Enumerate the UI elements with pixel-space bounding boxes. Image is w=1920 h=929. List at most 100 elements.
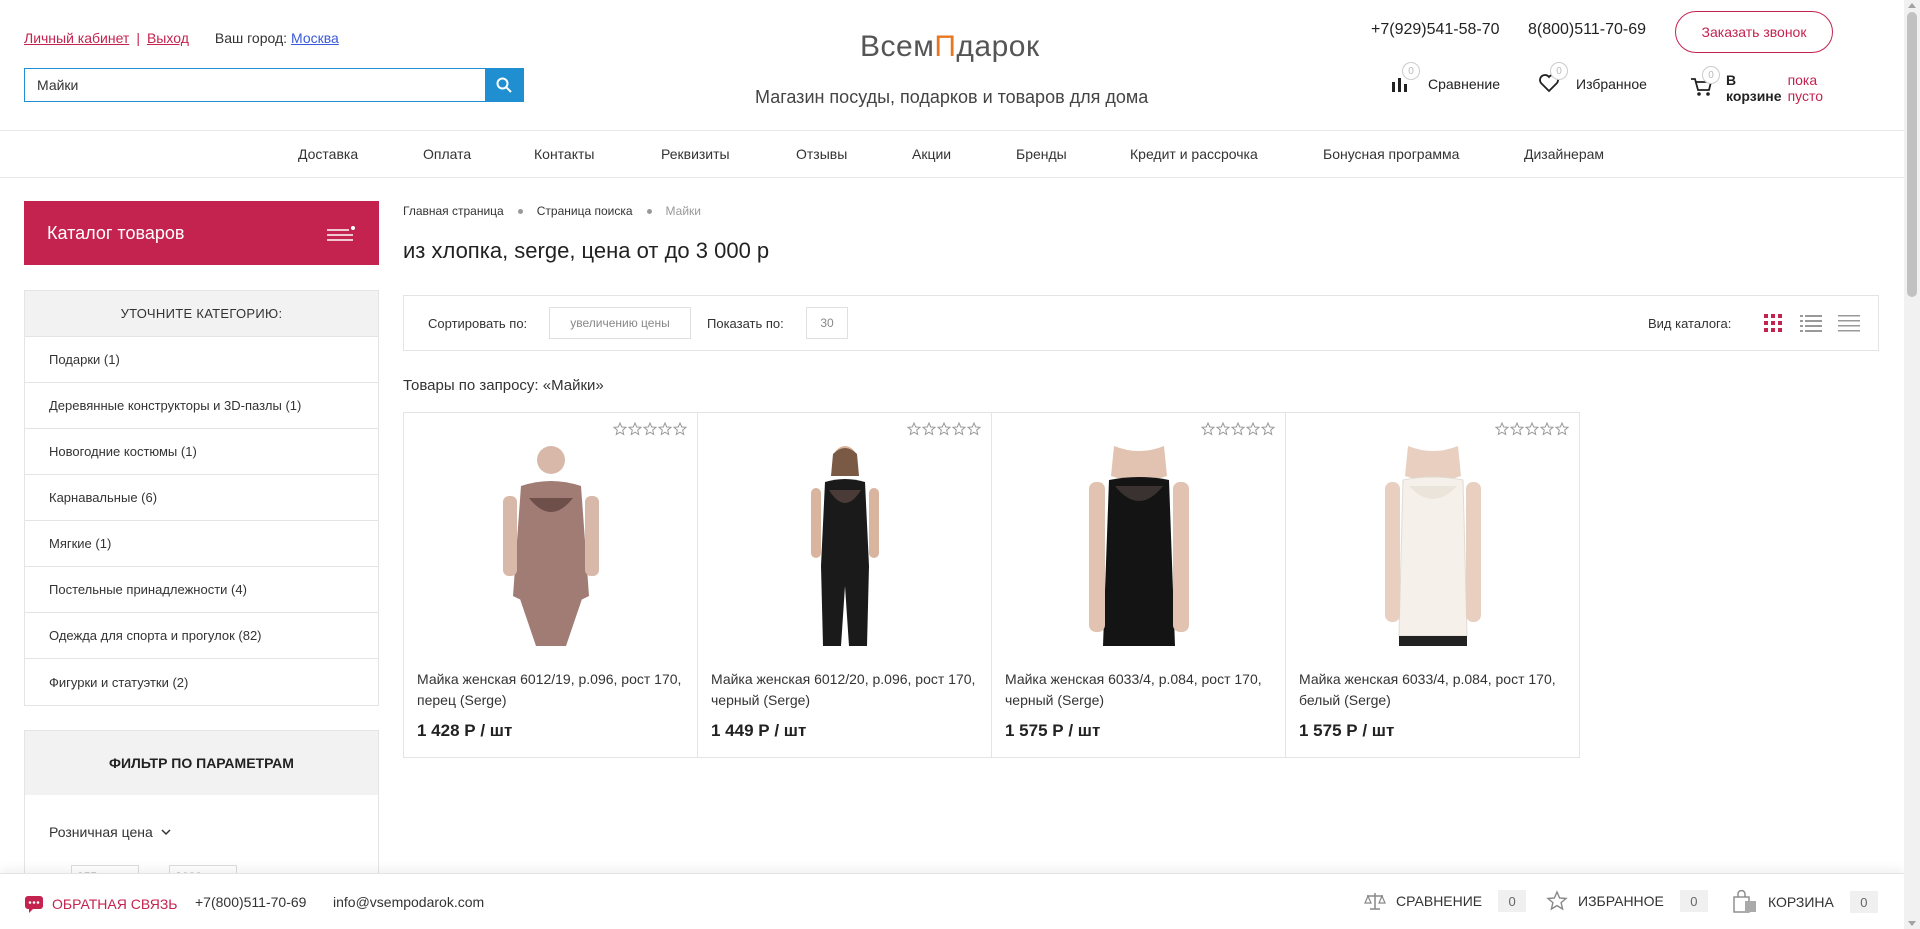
rating-stars[interactable] (1200, 422, 1275, 436)
star-icon (967, 422, 981, 436)
sort-select[interactable]: увеличению цены (549, 307, 691, 339)
product-name[interactable]: Майка женская 6012/19, р.096, рост 170, … (417, 669, 687, 711)
product-image[interactable] (481, 446, 621, 646)
scroll-up-arrow[interactable] (1908, 3, 1916, 8)
product-price: 1 428 Р / шт (417, 721, 513, 740)
breadcrumb-separator (646, 208, 652, 214)
product-name[interactable]: Майка женская 6033/4, р.084, рост 170, б… (1299, 669, 1569, 711)
nav-item-contacts[interactable]: Контакты (534, 146, 594, 162)
product-price: 1 575 Р / шт (1005, 721, 1101, 740)
favorites-link[interactable]: 0 Избранное (1538, 62, 1647, 96)
star-icon (658, 422, 672, 436)
category-item[interactable]: Одежда для спорта и прогулок (82) (25, 613, 378, 659)
nav-item-promos[interactable]: Акции (912, 146, 951, 162)
star-icon (643, 422, 657, 436)
nav-item-designers[interactable]: Дизайнерам (1524, 146, 1604, 162)
logout-link[interactable]: Выход (147, 30, 189, 46)
star-icon (1546, 890, 1568, 911)
product-card[interactable]: Майка женская 6012/19, р.096, рост 170, … (403, 412, 698, 758)
price-filter-toggle[interactable]: Розничная цена (49, 824, 171, 840)
favorites-label: Избранное (1576, 76, 1647, 92)
scrollbar-thumb[interactable] (1907, 12, 1917, 297)
footer-email[interactable]: info@vsempodarok.com (333, 894, 484, 910)
city-label: Ваш город: (214, 30, 288, 46)
footer-compare[interactable]: СРАВНЕНИЕ 0 (1364, 890, 1527, 912)
star-icon (1495, 422, 1509, 436)
compare-count: 0 (1498, 890, 1527, 912)
table-view-icon[interactable] (1838, 313, 1860, 333)
product-image[interactable] (1069, 446, 1209, 646)
product-name[interactable]: Майка женская 6012/20, р.096, рост 170, … (711, 669, 981, 711)
product-image[interactable] (775, 446, 915, 646)
rating-stars[interactable] (1494, 422, 1569, 436)
product-grid: Майка женская 6012/19, р.096, рост 170, … (403, 412, 1580, 758)
phone-secondary[interactable]: 8(800)511-70-69 (1528, 21, 1646, 39)
breadcrumb-current: Майки (665, 204, 701, 218)
phone-primary[interactable]: +7(929)541-58-70 (1371, 21, 1500, 39)
search-bar (24, 68, 524, 102)
page: Личный кабинет | Выход Ваш город: Москва… (0, 0, 1904, 929)
search-button[interactable] (485, 69, 523, 101)
cart-link[interactable]: 0 В корзине пока пусто (1690, 66, 1825, 104)
rating-stars[interactable] (906, 422, 981, 436)
product-card[interactable]: Майка женская 6033/4, р.084, рост 170, б… (1285, 412, 1580, 758)
category-item[interactable]: Новогодние костюмы (1) (25, 429, 378, 475)
star-icon (922, 422, 936, 436)
footer-cart[interactable]: КОРЗИНА 0 (1732, 890, 1878, 914)
nav-item-credit[interactable]: Кредит и рассрочка (1130, 146, 1258, 162)
rating-stars[interactable] (612, 422, 687, 436)
nav-item-requisites[interactable]: Реквизиты (661, 146, 730, 162)
page-scrollbar[interactable] (1904, 0, 1920, 929)
tagline: Магазин посуды, подарков и товаров для д… (755, 87, 1149, 107)
chat-icon (25, 896, 43, 913)
nav-item-payment[interactable]: Оплата (423, 146, 471, 162)
product-name[interactable]: Майка женская 6033/4, р.084, рост 170, ч… (1005, 669, 1275, 711)
star-icon (1525, 422, 1539, 436)
category-item[interactable]: Фигурки и статуэтки (2) (25, 659, 378, 705)
callback-button[interactable]: Заказать звонок (1675, 11, 1833, 53)
page-size-select[interactable]: 30 (806, 307, 848, 339)
product-card[interactable]: Майка женская 6033/4, р.084, рост 170, ч… (991, 412, 1286, 758)
product-image[interactable] (1363, 446, 1503, 646)
category-item[interactable]: Постельные принадлежности (4) (25, 567, 378, 613)
star-icon (1261, 422, 1275, 436)
nav-item-brands[interactable]: Бренды (1016, 146, 1067, 162)
favorites-count: 0 (1550, 62, 1568, 80)
logo[interactable]: ВсемПдарок (860, 30, 1040, 64)
footer-favorites[interactable]: ИЗБРАННОЕ 0 (1546, 890, 1708, 912)
category-item[interactable]: Подарки (1) (25, 337, 378, 383)
breadcrumb-home[interactable]: Главная страница (403, 204, 504, 218)
catalog-label: Каталог товаров (47, 222, 185, 243)
category-filter: УТОЧНИТЕ КАТЕГОРИЮ: Подарки (1) Деревянн… (24, 290, 379, 706)
grid-view-icon[interactable] (1763, 313, 1783, 333)
nav-item-reviews[interactable]: Отзывы (796, 146, 847, 162)
search-input[interactable] (25, 69, 485, 101)
cart-count: 0 (1849, 891, 1878, 913)
city-link[interactable]: Москва (291, 30, 339, 46)
star-icon (1231, 422, 1245, 436)
catalog-button[interactable]: Каталог товаров (24, 201, 379, 265)
product-card[interactable]: Майка женская 6012/20, р.096, рост 170, … (697, 412, 992, 758)
compare-link[interactable]: 0 Сравнение (1390, 62, 1500, 96)
star-icon (907, 422, 921, 436)
category-item[interactable]: Мягкие (1) (25, 521, 378, 567)
breadcrumb-search[interactable]: Страница поиска (537, 204, 633, 218)
cart-status: пока пусто (1787, 72, 1824, 104)
footer-phone[interactable]: +7(800)511-70-69 (195, 894, 306, 910)
list-view-icon[interactable] (1800, 313, 1822, 333)
compare-label: Сравнение (1428, 76, 1500, 92)
category-item[interactable]: Деревянные конструкторы и 3D-пазлы (1) (25, 383, 378, 429)
nav-item-bonus[interactable]: Бонусная программа (1323, 146, 1459, 162)
compare-label: СРАВНЕНИЕ (1396, 893, 1483, 909)
star-icon (1510, 422, 1524, 436)
star-icon (937, 422, 951, 436)
nav-item-delivery[interactable]: Доставка (298, 146, 358, 162)
account-link[interactable]: Личный кабинет (24, 30, 129, 46)
scroll-down-arrow[interactable] (1908, 921, 1916, 926)
feedback-link[interactable]: ОБРАТНАЯ СВЯЗЬ (24, 894, 177, 914)
compare-count: 0 (1402, 62, 1420, 80)
category-item[interactable]: Карнавальные (6) (25, 475, 378, 521)
catalog-toolbar: Сортировать по: увеличению цены Показать… (403, 295, 1879, 351)
star-icon (673, 422, 687, 436)
sort-label: Сортировать по: (428, 316, 528, 331)
